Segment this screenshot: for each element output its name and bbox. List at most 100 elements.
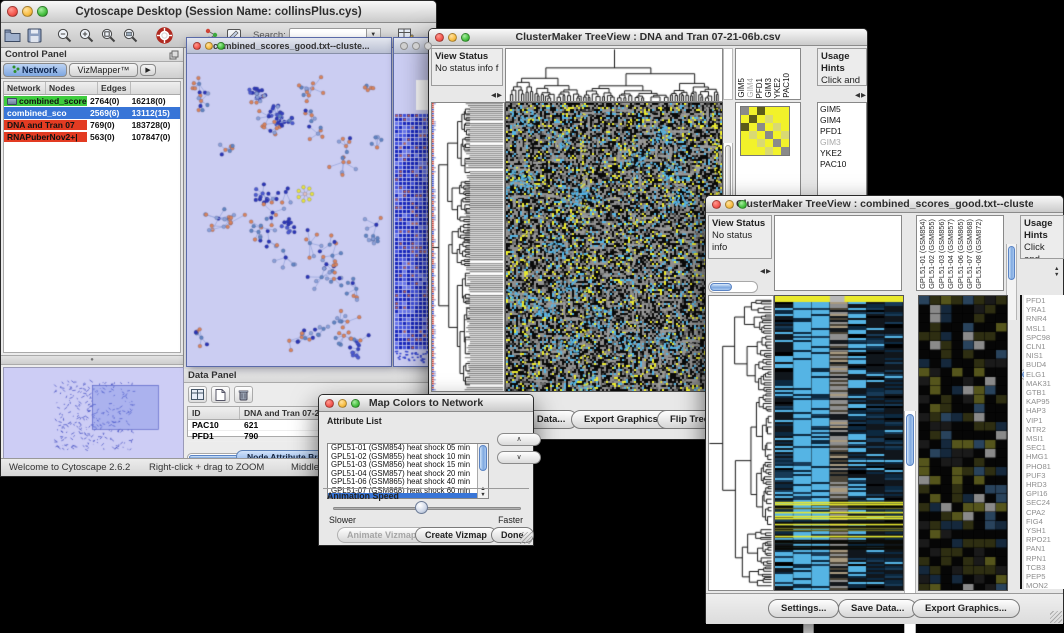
matrix-cell[interactable]: [765, 123, 773, 131]
tv2-close-button[interactable]: [712, 200, 721, 209]
tv2-minimize-button[interactable]: [725, 200, 734, 209]
tv1-column-label[interactable]: GIM4: [747, 78, 755, 98]
inner2-zoom-button[interactable]: [424, 42, 432, 50]
tv1-similarity-matrix[interactable]: [740, 106, 790, 156]
matrix-cell[interactable]: [757, 115, 765, 123]
dialog-minimize-button[interactable]: [338, 399, 347, 408]
tv2-left-zoom-slider[interactable]: [708, 281, 758, 293]
inner-close-button[interactable]: [193, 42, 201, 50]
tv2-gene-item[interactable]: HMG1: [1026, 452, 1064, 461]
zoom-selected-icon[interactable]: [97, 25, 119, 45]
tv2-gene-item[interactable]: FIG4: [1026, 517, 1064, 526]
network-table-row[interactable]: RNAPuberNov2+| 563(0) 107847(0): [4, 131, 180, 143]
network-canvas[interactable]: [187, 54, 391, 366]
dialog-resize-grip[interactable]: [520, 532, 532, 544]
tv2-gene-item[interactable]: MSL1: [1026, 324, 1064, 333]
tv2-resize-grip[interactable]: [1050, 611, 1062, 623]
tab-network[interactable]: Network: [3, 63, 67, 77]
matrix-cell[interactable]: [757, 147, 765, 155]
inner-minimize-button[interactable]: [205, 42, 213, 50]
tv2-heatmap[interactable]: [774, 295, 904, 591]
tv2-gene-item[interactable]: RPN1: [1026, 554, 1064, 563]
matrix-cell[interactable]: [749, 123, 757, 131]
create-vizmap-button[interactable]: Create Vizmap: [415, 527, 497, 543]
window-controls[interactable]: [7, 6, 48, 17]
matrix-cell[interactable]: [757, 139, 765, 147]
tv2-left-slider-arrows[interactable]: ◀▶: [760, 267, 772, 275]
matrix-cell[interactable]: [765, 139, 773, 147]
move-up-button[interactable]: ∧: [497, 433, 541, 446]
tv2-gene-item[interactable]: MSI1: [1026, 434, 1064, 443]
zoom-in-icon[interactable]: [75, 25, 97, 45]
tv1-gene-item[interactable]: GIM3: [820, 137, 864, 148]
matrix-cell[interactable]: [781, 131, 789, 139]
matrix-cell[interactable]: [741, 107, 749, 115]
tv2-gene-item[interactable]: ELG1: [1026, 370, 1064, 379]
tv2-right-slider-arrows[interactable]: ▲▼: [1054, 266, 1060, 278]
matrix-cell[interactable]: [773, 123, 781, 131]
matrix-cell[interactable]: [765, 147, 773, 155]
tv2-gene-item[interactable]: PUF3: [1026, 471, 1064, 480]
matrix-cell[interactable]: [773, 131, 781, 139]
matrix-cell[interactable]: [749, 147, 757, 155]
tv2-row-dendrogram[interactable]: [708, 295, 774, 591]
matrix-cell[interactable]: [773, 147, 781, 155]
save-button[interactable]: [23, 25, 45, 45]
tv1-column-label[interactable]: PAC10: [783, 73, 791, 98]
treeview2-titlebar[interactable]: ClusterMaker TreeView : combined_scores_…: [706, 196, 1063, 213]
panel-divider-handle[interactable]: ●: [1, 355, 183, 365]
matrix-cell[interactable]: [781, 107, 789, 115]
tv2-zoomed-heatmap[interactable]: [918, 295, 1008, 591]
tv2-gene-item[interactable]: GPI16: [1026, 489, 1064, 498]
tv2-labels-vscroll-pill[interactable]: [1008, 246, 1015, 280]
inner2-minimize-button[interactable]: [412, 42, 420, 50]
tv2-gene-item[interactable]: BUD4: [1026, 360, 1064, 369]
matrix-cell[interactable]: [773, 107, 781, 115]
matrix-cell[interactable]: [757, 107, 765, 115]
matrix-cell[interactable]: [749, 139, 757, 147]
tv1-column-dendrogram[interactable]: [505, 48, 723, 102]
inner-zoom-button[interactable]: [217, 42, 225, 50]
tv1-zoom-button[interactable]: [461, 33, 470, 42]
tv1-minimize-button[interactable]: [448, 33, 457, 42]
zoom-button[interactable]: [37, 6, 48, 17]
tv1-heatmap[interactable]: [505, 102, 723, 392]
inner2-close-button[interactable]: [400, 42, 408, 50]
tv1-gene-item[interactable]: GIM4: [820, 115, 864, 126]
move-down-button[interactable]: ∨: [497, 451, 541, 464]
tv1-right-slider-arrows[interactable]: ◀▶: [855, 91, 867, 99]
tv2-column-label[interactable]: GPL51-02 (GSM855): [928, 219, 935, 289]
network-view-titlebar[interactable]: combined_scores_good.txt--cluste...: [187, 38, 391, 54]
tv1-gene-item[interactable]: PFD1: [820, 126, 864, 137]
tv1-column-label[interactable]: YKE2: [774, 78, 782, 98]
tv2-heatmap-vscroll-pill[interactable]: [906, 414, 914, 466]
tv2-gene-item[interactable]: KAP95: [1026, 397, 1064, 406]
matrix-cell[interactable]: [781, 139, 789, 147]
network-table-row[interactable]: DNA and Tran 07 769(0) 183728(0): [4, 119, 180, 131]
matrix-cell[interactable]: [765, 131, 773, 139]
select-attributes-icon[interactable]: [188, 386, 207, 403]
tv1-gene-item[interactable]: YKE2: [820, 148, 864, 159]
tv2-gene-item[interactable]: RNR4: [1026, 314, 1064, 323]
tv2-column-label[interactable]: GPL51-04 (GSM857): [947, 219, 954, 289]
tv2-gene-item[interactable]: YRA1: [1026, 305, 1064, 314]
help-lifering-icon[interactable]: [153, 25, 175, 45]
matrix-cell[interactable]: [773, 139, 781, 147]
animate-vizmap-button[interactable]: Animate Vizmap: [337, 527, 426, 543]
tv2-save-data-button[interactable]: Save Data...: [838, 599, 917, 618]
tv2-gene-item[interactable]: HRD3: [1026, 480, 1064, 489]
tv1-left-slider-arrows[interactable]: ◀▶: [491, 91, 503, 99]
matrix-cell[interactable]: [741, 139, 749, 147]
tv2-gene-item[interactable]: MAK31: [1026, 379, 1064, 388]
tv1-row-dendrogram[interactable]: [431, 102, 505, 392]
tv2-column-label[interactable]: GPL51-01 (GSM854): [919, 219, 926, 289]
tv2-gene-item[interactable]: NTR2: [1026, 425, 1064, 434]
tv1-column-label[interactable]: GIM5: [738, 78, 746, 98]
matrix-cell[interactable]: [741, 131, 749, 139]
animation-speed-thumb[interactable]: [415, 501, 428, 514]
dense-network-canvas[interactable]: [394, 54, 430, 366]
tv2-zoom-button[interactable]: [738, 200, 747, 209]
tv2-gene-item[interactable]: GTB1: [1026, 388, 1064, 397]
matrix-cell[interactable]: [749, 115, 757, 123]
matrix-cell[interactable]: [765, 115, 773, 123]
